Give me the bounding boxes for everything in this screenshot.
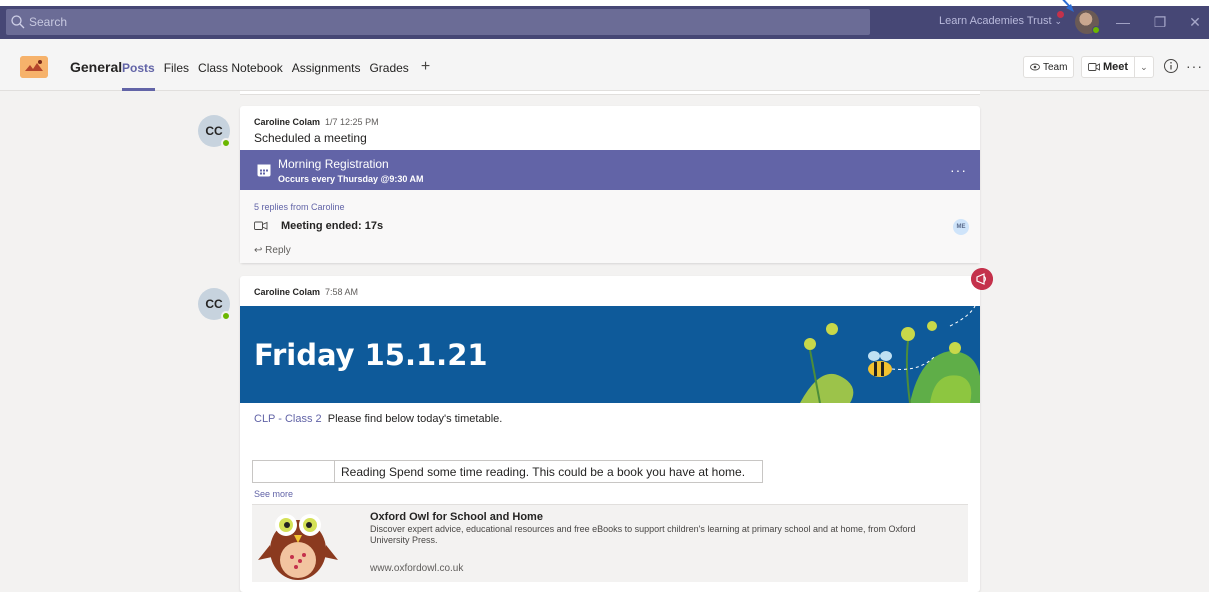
- eye-icon: [1030, 63, 1040, 71]
- add-tab-button[interactable]: +: [421, 59, 430, 75]
- avatar-initials: CC: [205, 297, 223, 311]
- team-logo-icon: [20, 56, 48, 78]
- search-box[interactable]: [6, 9, 870, 35]
- meeting-more-button[interactable]: ···: [950, 162, 967, 178]
- presence-available-icon: [221, 311, 231, 321]
- avatar[interactable]: CC: [198, 115, 231, 148]
- tab-grades[interactable]: Grades: [369, 61, 408, 75]
- link-preview-card[interactable]: Oxford Owl for School and Home Discover …: [252, 504, 968, 582]
- announcement-icon: [971, 268, 993, 290]
- tab-files[interactable]: Files: [164, 61, 189, 75]
- reply-button[interactable]: ↩ Reply: [254, 245, 291, 256]
- team-button-label: Team: [1043, 61, 1068, 73]
- table-cell-empty: [253, 461, 335, 482]
- previous-post-edge: [240, 91, 980, 95]
- pointer-arrow-icon: [1062, 0, 1074, 12]
- avatar-initials: CC: [205, 124, 223, 138]
- meeting-recurrence: Occurs every Thursday @9:30 AM: [278, 174, 424, 184]
- tab-assignments[interactable]: Assignments: [292, 61, 361, 75]
- post-body: CLP - Class 2 Please find below today's …: [254, 413, 502, 425]
- post-meta: Caroline Colam 1/7 12:25 PM: [254, 117, 379, 127]
- post-meeting: Caroline Colam 1/7 12:25 PM Scheduled a …: [240, 106, 980, 263]
- meet-button-label: Meet: [1103, 61, 1129, 73]
- team-button[interactable]: Team: [1023, 56, 1075, 78]
- banner-heading: Friday 15.1.21: [254, 338, 488, 372]
- replies-area: 5 replies from Caroline Meeting ended: 1…: [240, 190, 980, 263]
- meeting-ended-text: Meeting ended: 17s: [281, 220, 384, 232]
- reply-arrow-icon: ↩: [254, 245, 263, 256]
- participant-avatar[interactable]: ME: [953, 219, 969, 235]
- maximize-button[interactable]: ❐: [1150, 12, 1170, 32]
- channel-header: General Posts Files Class Notebook Assig…: [0, 39, 1209, 91]
- tab-class-notebook[interactable]: Class Notebook: [198, 61, 283, 75]
- presence-available-icon: [1092, 26, 1100, 34]
- calendar-icon: [257, 164, 271, 177]
- chevron-down-icon[interactable]: ⌄: [1135, 62, 1153, 73]
- video-camera-icon: [254, 221, 268, 230]
- post-author: Caroline Colam: [254, 117, 321, 127]
- meet-button[interactable]: Meet ⌄: [1081, 56, 1154, 78]
- search-icon: [11, 15, 25, 29]
- see-more-link[interactable]: See more: [254, 489, 293, 499]
- bee-flowers-illustration: [800, 306, 980, 403]
- info-icon[interactable]: [1163, 58, 1179, 74]
- minimize-button[interactable]: —: [1113, 12, 1133, 32]
- video-camera-icon: [1088, 63, 1100, 71]
- owl-thumbnail: [258, 514, 338, 580]
- presence-available-icon: [221, 138, 231, 148]
- card-description: Discover expert advice, educational reso…: [370, 524, 916, 545]
- org-name: Learn Academies Trust: [939, 15, 1052, 27]
- meeting-ended-row: Meeting ended: 17s: [254, 220, 383, 232]
- channel-tabs: Posts Files Class Notebook Assignments G…: [122, 59, 430, 91]
- card-title: Oxford Owl for School and Home: [370, 511, 543, 523]
- announcement-banner: Friday 15.1.21: [240, 306, 980, 403]
- tab-posts[interactable]: Posts: [122, 61, 155, 91]
- meeting-title: Morning Registration: [278, 157, 389, 171]
- meeting-card[interactable]: Morning Registration Occurs every Thursd…: [240, 150, 980, 190]
- channel-mention[interactable]: CLP - Class 2: [254, 413, 322, 425]
- channel-title: General: [70, 59, 123, 75]
- title-bar: Learn Academies Trust⌄ — ❐ ✕: [0, 6, 1209, 39]
- more-options-button[interactable]: ···: [1186, 58, 1203, 74]
- replies-link[interactable]: 5 replies from Caroline: [254, 202, 345, 212]
- timetable-table: Reading Spend some time reading. This co…: [252, 460, 763, 483]
- reply-label: Reply: [265, 245, 291, 256]
- meet-now-button[interactable]: Meet: [1082, 57, 1136, 77]
- post-text: Please find below today's timetable.: [327, 413, 503, 425]
- post-text: Scheduled a meeting: [254, 131, 367, 145]
- table-cell: Reading Spend some time reading. This co…: [341, 465, 746, 479]
- avatar[interactable]: CC: [198, 288, 231, 321]
- card-url: www.oxfordowl.co.uk: [370, 563, 464, 574]
- search-input[interactable]: [29, 15, 849, 29]
- post-announcement: Caroline Colam 7:58 AM Friday 15.1.21 CL…: [240, 268, 993, 592]
- post-timestamp: 7:58 AM: [325, 287, 359, 297]
- post-author: Caroline Colam: [254, 287, 321, 297]
- post-meta: Caroline Colam 7:58 AM: [254, 287, 358, 297]
- post-timestamp: 1/7 12:25 PM: [325, 117, 379, 127]
- close-button[interactable]: ✕: [1185, 12, 1205, 32]
